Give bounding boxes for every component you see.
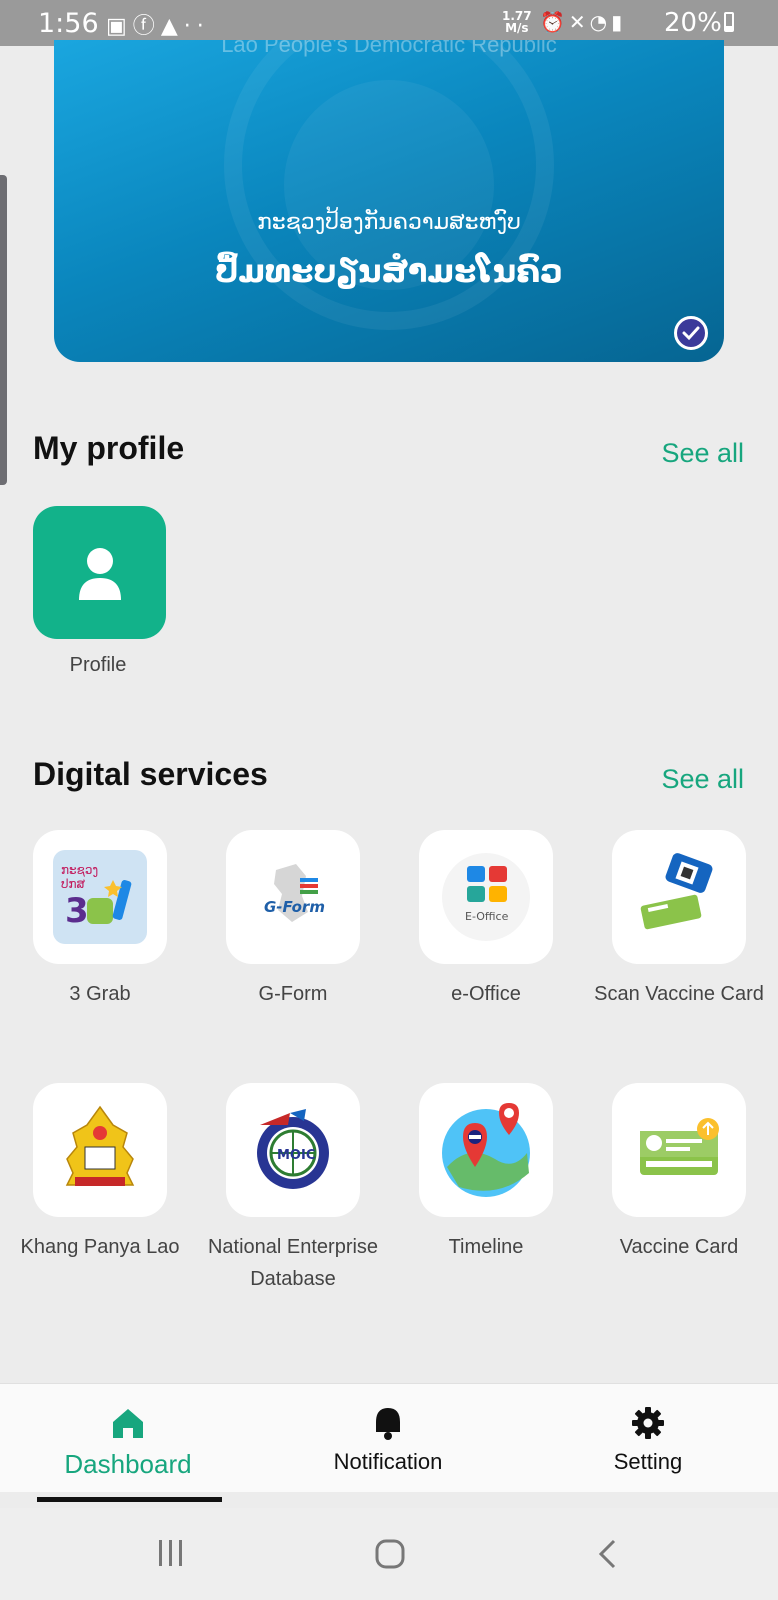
service-g-form[interactable]: G-Form G-Form — [203, 830, 383, 1010]
service-label: Timeline — [448, 1236, 524, 1258]
warning-icon: ▲ — [160, 14, 184, 39]
svg-text:E-Office: E-Office — [465, 910, 509, 923]
vaccine-card-icon — [612, 1083, 746, 1217]
phone-qr-card-icon — [612, 830, 746, 964]
network-speed: 1.77 M/s — [502, 10, 532, 34]
service-label: e-Office — [451, 983, 521, 1005]
service-national-enterprise-database[interactable]: MOIC National Enterprise Database — [203, 1083, 383, 1295]
service-label: Scan Vaccine Card — [594, 983, 764, 1005]
svg-text:G-Form: G-Form — [264, 898, 325, 916]
svg-text:3: 3 — [65, 891, 89, 931]
check-circle-icon — [674, 316, 708, 350]
system-navigation-bar — [0, 1508, 778, 1600]
svg-text:MOIC: MOIC — [277, 1148, 315, 1163]
nav-dashboard[interactable]: Dashboard — [38, 1406, 218, 1480]
home-icon — [113, 1409, 143, 1438]
bottom-navigation: Dashboard Notification Setting — [0, 1383, 778, 1492]
active-tab-indicator — [37, 1497, 222, 1502]
moic-logo: MOIC — [226, 1083, 360, 1217]
home-button-icon[interactable] — [374, 1538, 406, 1570]
gear-icon — [632, 1407, 664, 1439]
service-label: Khang Panya Lao — [20, 1236, 180, 1258]
svg-text:ກະຊວງ: ກະຊວງ — [61, 863, 98, 877]
nav-notification[interactable]: Notification — [298, 1406, 478, 1475]
edge-panel-handle[interactable] — [0, 175, 7, 485]
banner-country-text: Lao People's Democratic Republic — [221, 40, 557, 57]
service-timeline[interactable]: Timeline — [396, 1083, 576, 1263]
digital-services-title: Digital services — [33, 756, 268, 792]
service-label: 3 Grab — [69, 983, 131, 1005]
nav-label: Dashboard — [64, 1449, 192, 1479]
service-e-office[interactable]: E-Office e-Office — [396, 830, 576, 1010]
service-3-grab[interactable]: ກະຊວງ ປກສ 3 3 Grab — [10, 830, 190, 1010]
notification-icons: ▣ⓕ▲·· — [106, 8, 210, 40]
service-label: Vaccine Card — [619, 1236, 739, 1258]
family-book-banner[interactable]: Lao People's Democratic Republic ກະຊວງປ້… — [54, 40, 724, 362]
nav-label: Notification — [333, 1449, 443, 1474]
gallery-icon: ▣ — [106, 14, 133, 39]
alarm-icon: ⏰ — [540, 10, 569, 34]
more-dots-icon: ·· — [183, 14, 210, 39]
profile-tile[interactable] — [33, 506, 166, 639]
banner-subtitle: ກະຊວງປ້ອງກັນຄວາມສະຫງົບ — [257, 210, 521, 235]
g-form-logo: G-Form — [226, 830, 360, 964]
nav-setting[interactable]: Setting — [558, 1406, 738, 1475]
network-speed-unit: M/s — [505, 21, 529, 35]
digital-services-see-all-link[interactable]: See all — [661, 764, 744, 795]
wifi-icon: ◔ — [589, 10, 612, 34]
e-office-logo: E-Office — [419, 830, 553, 964]
three-grab-logo: ກະຊວງ ປກສ 3 — [33, 830, 167, 964]
signal-icon: ▮ — [611, 10, 627, 34]
banner-title: ປຶ້ມທະບຽນສຳມະໂນຄົວ — [215, 252, 563, 290]
recent-apps-icon[interactable] — [156, 1538, 186, 1568]
my-profile-see-all-link[interactable]: See all — [661, 438, 744, 469]
bell-icon — [376, 1408, 400, 1440]
back-icon[interactable] — [596, 1538, 618, 1570]
status-time: 1:56 — [38, 8, 99, 39]
service-label: National Enterprise Database — [207, 1236, 379, 1290]
mute-icon: ✕ — [568, 10, 590, 34]
khang-panya-lao-logo — [33, 1083, 167, 1217]
battery-percent: 20% — [664, 8, 722, 38]
nav-label: Setting — [613, 1449, 683, 1474]
my-profile-title: My profile — [33, 430, 185, 466]
facebook-icon: ⓕ — [132, 14, 161, 39]
service-vaccine-card[interactable]: Vaccine Card — [589, 1083, 769, 1263]
profile-label: Profile — [69, 654, 127, 676]
service-label: G-Form — [258, 983, 328, 1005]
map-pin-timeline-icon — [419, 1083, 553, 1217]
system-icons: ⏰✕◔▮ — [540, 10, 626, 34]
service-scan-vaccine-card[interactable]: Scan Vaccine Card — [589, 830, 769, 1010]
person-icon — [79, 548, 121, 600]
svg-text:ປກສ: ປກສ — [61, 877, 86, 891]
battery-icon — [724, 12, 734, 32]
service-khang-panya-lao[interactable]: Khang Panya Lao — [10, 1083, 190, 1263]
